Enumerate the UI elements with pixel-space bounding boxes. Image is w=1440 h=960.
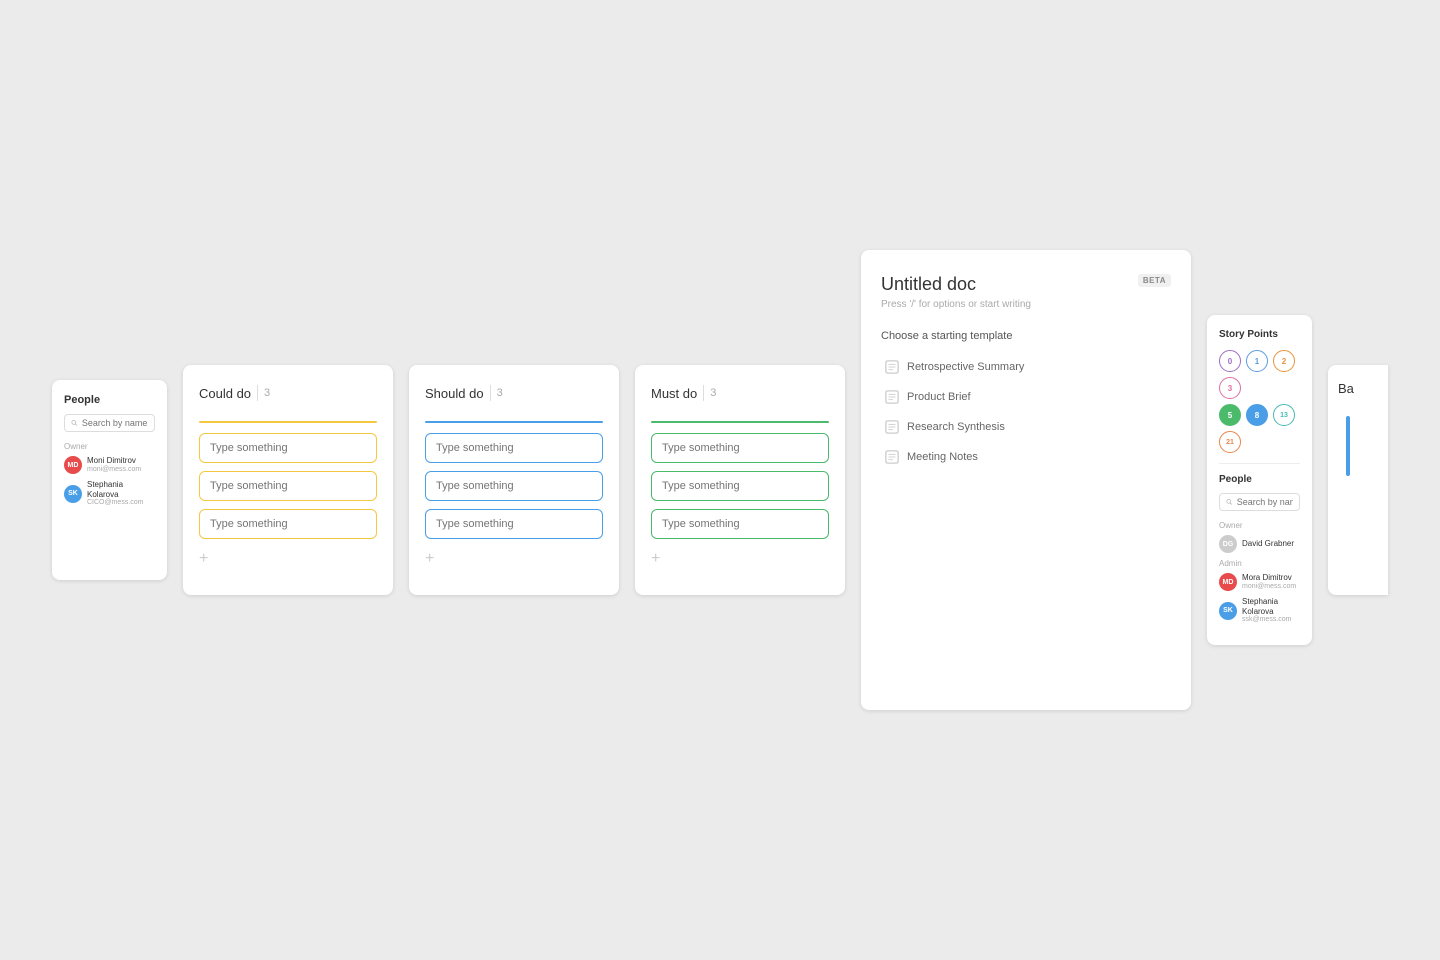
must-do-task-3[interactable]: [651, 509, 829, 539]
story-admin-email-1: moni@mess.com: [1242, 583, 1296, 591]
could-do-header: Could do 3: [199, 385, 377, 409]
person-name-moni: Moni Dimitrov: [87, 456, 141, 466]
point-badge-21[interactable]: 21: [1219, 431, 1241, 453]
person-name-stephania: Stephania Kolarova: [87, 480, 155, 499]
template-section-label: Choose a starting template: [881, 330, 1171, 342]
could-do-task-1[interactable]: [199, 433, 377, 463]
story-admin-name-2: Stephania Kolarova: [1242, 597, 1300, 616]
point-badge-3[interactable]: 3: [1219, 377, 1241, 399]
story-points-card: Story Points 0 1 2 3 5 8 13 21 People Ow…: [1207, 315, 1312, 645]
template-name-product-brief: Product Brief: [907, 391, 971, 403]
partial-card-title: Ba: [1338, 381, 1378, 396]
doc-title: Untitled doc: [881, 274, 976, 295]
could-do-title: Could do: [199, 386, 251, 401]
must-do-task-1[interactable]: [651, 433, 829, 463]
story-owner-name: David Grabner: [1242, 539, 1294, 549]
could-do-separator: [257, 385, 258, 401]
must-do-count: 3: [710, 387, 716, 399]
should-do-header: Should do 3: [425, 385, 603, 409]
people-card: People Owner MD Moni Dimitrov moni@mess.…: [52, 380, 167, 580]
story-search-box[interactable]: [1219, 493, 1300, 511]
template-icon-retrospective: [885, 360, 899, 374]
avatar-moni: MD: [64, 456, 82, 474]
template-product-brief[interactable]: Product Brief: [881, 382, 1171, 412]
template-meeting-notes[interactable]: Meeting Notes: [881, 442, 1171, 472]
could-do-divider: [199, 421, 377, 423]
template-name-meeting: Meeting Notes: [907, 451, 978, 463]
should-do-count: 3: [497, 387, 503, 399]
should-do-title: Should do: [425, 386, 484, 401]
template-icon-research-synthesis: [885, 420, 899, 434]
must-do-title: Must do: [651, 386, 697, 401]
should-do-task-1[interactable]: [425, 433, 603, 463]
could-do-task-2[interactable]: [199, 471, 377, 501]
story-owner-label: Owner: [1219, 521, 1300, 530]
point-badge-8[interactable]: 8: [1246, 404, 1268, 426]
doc-card-header: Untitled doc BETA: [881, 274, 1171, 295]
story-admin-email-2: ssk@mess.com: [1242, 616, 1300, 624]
could-do-add-button[interactable]: +: [199, 551, 208, 567]
template-retrospective[interactable]: Retrospective Summary: [881, 352, 1171, 382]
person-email-moni: moni@mess.com: [87, 466, 141, 474]
could-do-column: Could do 3 +: [183, 365, 393, 595]
should-do-task-3[interactable]: [425, 509, 603, 539]
points-row-2: 5 8 13 21: [1219, 404, 1300, 453]
story-divider: [1219, 463, 1300, 464]
point-badge-1[interactable]: 1: [1246, 350, 1268, 372]
story-search-icon: [1226, 498, 1233, 506]
story-points-title: Story Points: [1219, 329, 1300, 340]
avatar-mora: MD: [1219, 573, 1237, 591]
beta-badge: BETA: [1138, 274, 1171, 287]
should-do-column: Should do 3 +: [409, 365, 619, 595]
partial-card: Ba: [1328, 365, 1388, 595]
story-person-mora: MD Mora Dimitrov moni@mess.com: [1219, 573, 1300, 591]
template-name-retrospective: Retrospective Summary: [907, 361, 1024, 373]
template-research-synthesis[interactable]: Research Synthesis: [881, 412, 1171, 442]
must-do-header: Must do 3: [651, 385, 829, 409]
should-do-task-2[interactable]: [425, 471, 603, 501]
template-icon-product-brief: [885, 390, 899, 404]
point-badge-2[interactable]: 2: [1273, 350, 1295, 372]
must-do-column: Must do 3 +: [635, 365, 845, 595]
template-icon-meeting-notes: [885, 450, 899, 464]
people-search-input[interactable]: [82, 418, 148, 428]
story-person-owner: DG David Grabner: [1219, 535, 1300, 553]
could-do-task-3[interactable]: [199, 509, 377, 539]
avatar-david: DG: [1219, 535, 1237, 553]
person-moni: MD Moni Dimitrov moni@mess.com: [64, 456, 155, 474]
avatar-story-stephania: SK: [1219, 602, 1237, 620]
point-badge-0[interactable]: 0: [1219, 350, 1241, 372]
person-stephania: SK Stephania Kolarova CICO@mess.com: [64, 480, 155, 508]
avatar-stephania: SK: [64, 485, 82, 503]
partial-bar: [1346, 416, 1350, 476]
template-name-research: Research Synthesis: [907, 421, 1005, 433]
point-badge-13[interactable]: 13: [1273, 404, 1295, 426]
story-person-stephania: SK Stephania Kolarova ssk@mess.com: [1219, 597, 1300, 625]
should-do-separator: [490, 385, 491, 401]
must-do-separator: [703, 385, 704, 401]
doc-hint: Press '/' for options or start writing: [881, 299, 1171, 310]
doc-card: Untitled doc BETA Press '/' for options …: [861, 250, 1191, 710]
point-badge-5[interactable]: 5: [1219, 404, 1241, 426]
must-do-divider: [651, 421, 829, 423]
story-admin-name-1: Mora Dimitrov: [1242, 573, 1296, 583]
points-row-1: 0 1 2 3: [1219, 350, 1300, 399]
should-do-add-button[interactable]: +: [425, 551, 434, 567]
story-admin-label: Admin: [1219, 559, 1300, 568]
search-icon: [71, 419, 78, 427]
story-search-input[interactable]: [1237, 497, 1293, 507]
story-people-title: People: [1219, 474, 1300, 485]
person-email-stephania: CICO@mess.com: [87, 499, 155, 507]
could-do-count: 3: [264, 387, 270, 399]
should-do-divider: [425, 421, 603, 423]
must-do-task-2[interactable]: [651, 471, 829, 501]
must-do-add-button[interactable]: +: [651, 551, 660, 567]
people-search-box[interactable]: [64, 414, 155, 432]
people-card-title: People: [64, 394, 155, 406]
people-owner-label: Owner: [64, 442, 155, 451]
